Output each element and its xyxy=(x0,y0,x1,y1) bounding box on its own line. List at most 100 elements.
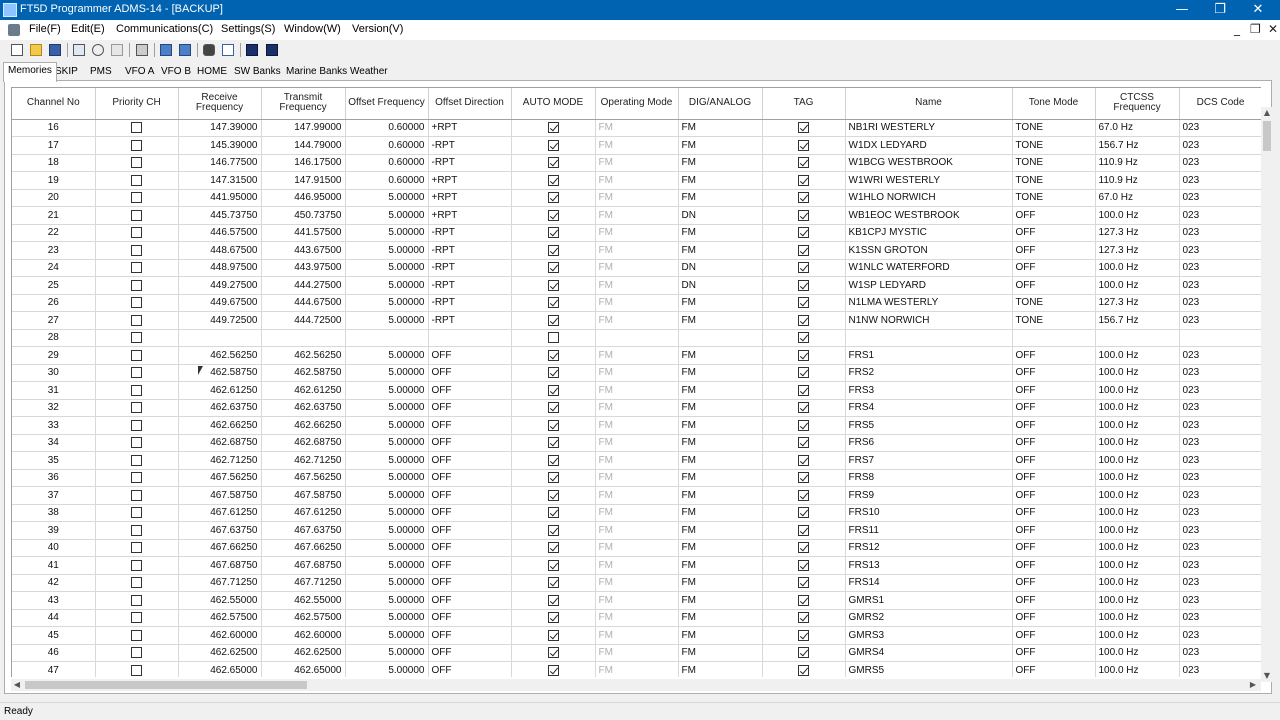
menu-communications[interactable]: Communications(C) xyxy=(116,23,213,35)
cell-auto-mode[interactable] xyxy=(511,329,596,347)
cell-tag[interactable] xyxy=(762,451,846,470)
cell-priority-ch[interactable] xyxy=(95,434,179,452)
cell-channel-no[interactable]: 23 xyxy=(12,241,96,260)
cell-name[interactable]: FRS5 xyxy=(845,416,1013,435)
tab-memories[interactable]: Memories xyxy=(3,62,57,82)
tab-home[interactable]: HOME xyxy=(193,64,231,81)
checkbox-checked[interactable] xyxy=(547,629,559,641)
cell-operating-mode[interactable]: FM xyxy=(595,591,679,610)
checkbox-unchecked[interactable] xyxy=(131,664,142,676)
cell-offset-direction[interactable]: OFF xyxy=(428,451,512,470)
cell-priority-ch[interactable] xyxy=(95,644,179,662)
cell-auto-mode[interactable] xyxy=(511,486,596,505)
cell-tag[interactable] xyxy=(762,189,846,207)
cell-dig-analog[interactable]: FM xyxy=(678,311,763,330)
cell-operating-mode[interactable]: FM xyxy=(595,224,679,242)
cell-dcs-code[interactable]: 023 xyxy=(1179,556,1261,575)
cell-receive-frequency[interactable]: 467.66250 xyxy=(178,539,262,557)
cell-tag[interactable] xyxy=(762,521,846,540)
cell-priority-ch[interactable] xyxy=(95,661,179,677)
cell-operating-mode[interactable]: FM xyxy=(595,486,679,505)
checkbox-checked[interactable] xyxy=(798,542,809,554)
col-operating-mode[interactable]: Operating Mode xyxy=(595,88,679,120)
cell-operating-mode[interactable]: FM xyxy=(595,119,679,137)
cell-dcs-code[interactable]: 023 xyxy=(1179,276,1261,295)
cell-channel-no[interactable]: 42 xyxy=(12,574,96,592)
cell-dig-analog[interactable]: FM xyxy=(678,661,763,677)
checkbox-unchecked[interactable] xyxy=(131,419,142,431)
checkbox-checked[interactable] xyxy=(798,157,809,169)
cell-name[interactable]: GMRS1 xyxy=(845,591,1013,610)
checkbox-checked[interactable] xyxy=(547,507,559,519)
cell-tag[interactable] xyxy=(762,119,846,137)
cell-tone-mode[interactable]: OFF xyxy=(1012,224,1096,242)
close-button[interactable]: ✕ xyxy=(1238,0,1278,20)
print-icon[interactable] xyxy=(134,42,150,58)
cell-tone-mode[interactable]: OFF xyxy=(1012,644,1096,662)
checkbox-checked[interactable] xyxy=(798,437,809,449)
checkbox-checked[interactable] xyxy=(547,577,559,589)
cell-auto-mode[interactable] xyxy=(511,276,596,295)
import-icon[interactable] xyxy=(158,42,174,58)
cell-dcs-code[interactable]: 023 xyxy=(1179,346,1261,365)
cell-ctcss-frequency[interactable]: 100.0 Hz xyxy=(1095,609,1180,627)
cell-tone-mode[interactable] xyxy=(1012,329,1096,347)
cell-offset-direction[interactable]: OFF xyxy=(428,416,512,435)
cell-auto-mode[interactable] xyxy=(511,556,596,575)
cell-offset-frequency[interactable]: 5.00000 xyxy=(345,364,429,382)
cell-operating-mode[interactable]: FM xyxy=(595,381,679,400)
cell-tag[interactable] xyxy=(762,574,846,592)
cell-auto-mode[interactable] xyxy=(511,311,596,330)
checkbox-checked[interactable] xyxy=(798,262,809,274)
cell-tone-mode[interactable]: TONE xyxy=(1012,311,1096,330)
checkbox-checked[interactable] xyxy=(547,139,559,151)
cell-transmit-frequency[interactable]: 467.56250 xyxy=(261,469,346,487)
cell-tone-mode[interactable]: OFF xyxy=(1012,434,1096,452)
cell-ctcss-frequency[interactable]: 100.0 Hz xyxy=(1095,381,1180,400)
cell-transmit-frequency[interactable]: 441.57500 xyxy=(261,224,346,242)
cell-ctcss-frequency[interactable]: 100.0 Hz xyxy=(1095,399,1180,417)
cell-dig-analog[interactable]: FM xyxy=(678,364,763,382)
cell-priority-ch[interactable] xyxy=(95,591,179,610)
scroll-up-icon[interactable]: ▲ xyxy=(1261,107,1273,119)
checkbox-checked[interactable] xyxy=(547,612,559,624)
cell-receive-frequency[interactable]: 462.68750 xyxy=(178,434,262,452)
checkbox-unchecked[interactable] xyxy=(131,157,142,169)
scroll-left-icon[interactable]: ◀ xyxy=(11,679,23,691)
cell-auto-mode[interactable] xyxy=(511,364,596,382)
menu-version[interactable]: Version(V) xyxy=(352,23,403,35)
cell-priority-ch[interactable] xyxy=(95,346,179,365)
cell-name[interactable] xyxy=(845,329,1013,347)
cell-channel-no[interactable]: 40 xyxy=(12,539,96,557)
menu-file[interactable]: File(F) xyxy=(29,23,61,35)
cell-priority-ch[interactable] xyxy=(95,259,179,277)
cell-transmit-frequency[interactable]: 144.79000 xyxy=(261,136,346,155)
table-row[interactable]: 31 462.61250 462.61250 5.00000 OFF FM FM FRS3 OF… xyxy=(12,381,1261,400)
checkbox-checked[interactable] xyxy=(798,244,809,256)
table-row[interactable]: 39 467.63750 467.63750 5.00000 OFF FM FM FRS11 O… xyxy=(12,521,1261,540)
cell-tone-mode[interactable]: TONE xyxy=(1012,119,1096,137)
cell-ctcss-frequency[interactable]: 100.0 Hz xyxy=(1095,486,1180,505)
cell-auto-mode[interactable] xyxy=(511,626,596,645)
cell-receive-frequency[interactable]: 462.66250 xyxy=(178,416,262,435)
cell-tone-mode[interactable]: OFF xyxy=(1012,364,1096,382)
cell-priority-ch[interactable] xyxy=(95,189,179,207)
cell-ctcss-frequency[interactable]: 127.3 Hz xyxy=(1095,224,1180,242)
cell-channel-no[interactable]: 35 xyxy=(12,451,96,470)
cell-operating-mode[interactable]: FM xyxy=(595,346,679,365)
scroll-down-icon[interactable]: ▼ xyxy=(1261,670,1273,682)
cell-tone-mode[interactable]: OFF xyxy=(1012,609,1096,627)
cell-dig-analog[interactable]: DN xyxy=(678,276,763,295)
cell-dig-analog[interactable]: DN xyxy=(678,259,763,277)
cell-name[interactable]: FRS6 xyxy=(845,434,1013,452)
cell-offset-frequency[interactable]: 5.00000 xyxy=(345,591,429,610)
cell-offset-direction[interactable]: OFF xyxy=(428,434,512,452)
cell-channel-no[interactable]: 27 xyxy=(12,311,96,330)
cell-ctcss-frequency[interactable]: 156.7 Hz xyxy=(1095,136,1180,155)
table-row[interactable]: 44 462.57500 462.57500 5.00000 OFF FM FM GMRS2 O… xyxy=(12,609,1261,627)
cell-offset-direction[interactable]: +RPT xyxy=(428,119,512,137)
cell-channel-no[interactable]: 38 xyxy=(12,504,96,522)
cell-tag[interactable] xyxy=(762,556,846,575)
cell-auto-mode[interactable] xyxy=(511,661,596,677)
checkbox-checked[interactable] xyxy=(798,297,809,309)
